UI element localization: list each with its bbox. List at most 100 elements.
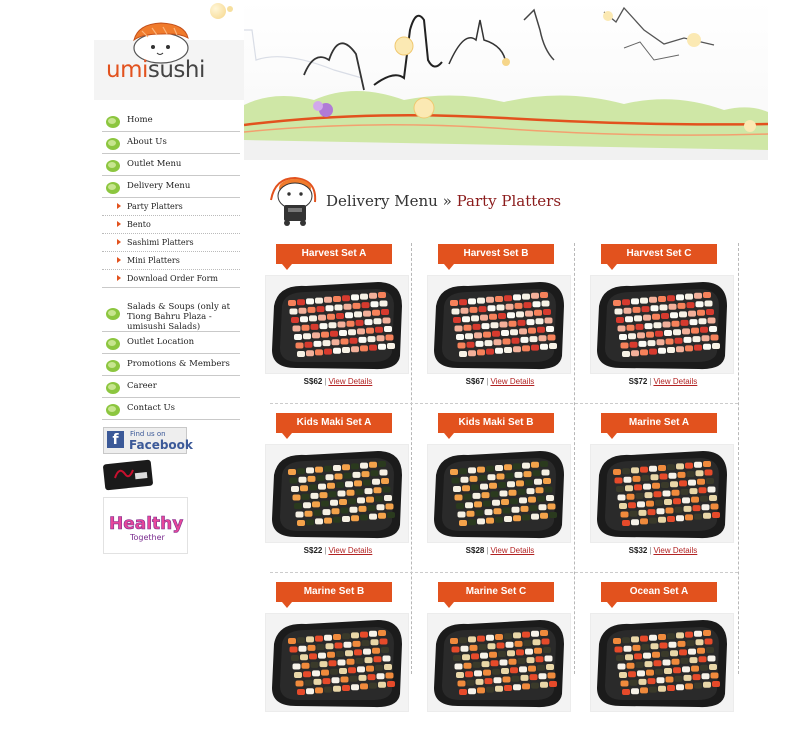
product-card[interactable]: Kids Maki Set B S$28 | View Details [427,413,582,583]
subnav-item-mini-platters[interactable]: Mini Platters [102,252,240,270]
product-card[interactable]: Marine Set B [265,582,420,752]
product-photo[interactable] [590,444,734,543]
tag-pointer-icon [607,264,617,270]
nav-item-contact-us[interactable]: Contact Us [102,398,240,420]
price-separator: | [324,377,327,386]
product-card[interactable]: Marine Set A S$32 | View Details [590,413,745,583]
leaf-bullet-icon [106,404,120,416]
nav-item-label: Contact Us [127,403,175,413]
page: umisushi Home About Us Outlet Menu Deliv… [0,0,807,712]
product-card[interactable]: Harvest Set A S$62 | View Details [265,244,420,414]
product-card[interactable]: Kids Maki Set A S$22 | View Details [265,413,420,583]
subnav-item-party-platters[interactable]: Party Platters [102,198,240,216]
price-separator: | [649,546,652,555]
product-name-tag[interactable]: Harvest Set B [438,244,554,264]
tag-pointer-icon [282,602,292,608]
view-details-link[interactable]: View Details [328,377,372,386]
product-photo[interactable] [265,275,409,374]
delivery-mascot-icon [270,176,317,226]
view-details-link[interactable]: View Details [490,546,534,555]
product-photo[interactable] [590,275,734,374]
view-details-link[interactable]: View Details [653,377,697,386]
product-name-tag[interactable]: Kids Maki Set B [438,413,554,433]
product-name-tag[interactable]: Kids Maki Set A [276,413,392,433]
nav-item-outlet-location[interactable]: Outlet Location [102,332,240,354]
product-card[interactable]: Harvest Set C S$72 | View Details [590,244,745,414]
nav-item-delivery-menu[interactable]: Delivery Menu [102,176,240,198]
tag-pointer-icon [607,602,617,608]
tag-pointer-icon [282,433,292,439]
tag-pointer-icon [444,433,454,439]
arrow-right-icon [117,203,121,209]
breadcrumb-current: Party Platters [456,192,562,210]
product-card[interactable]: Ocean Set A [590,582,745,752]
logo-wordmark: umisushi [106,57,205,83]
product-photo[interactable] [265,613,409,712]
leaf-bullet-icon [106,338,120,350]
nav-item-label: Delivery Menu [127,181,191,191]
facebook-icon: f [107,431,124,448]
nav-item-promotions-members[interactable]: Promotions & Members [102,354,240,376]
breadcrumb-section[interactable]: Delivery Menu [326,192,438,210]
logo-umi: umi [106,57,148,83]
price-separator: | [486,377,489,386]
view-details-link[interactable]: View Details [653,546,697,555]
subnav-item-label: Sashimi Platters [127,238,194,247]
sushi-platter-image [272,451,402,539]
nav-item-label: Home [127,115,153,125]
product-card[interactable]: Harvest Set B S$67 | View Details [427,244,582,414]
product-name-tag[interactable]: Harvest Set A [276,244,392,264]
product-photo[interactable] [427,444,571,543]
product-name-tag[interactable]: Marine Set B [276,582,392,602]
subnav-item-sashimi-platters[interactable]: Sashimi Platters [102,234,240,252]
view-details-link[interactable]: View Details [490,377,534,386]
nav-item-career[interactable]: Career [102,376,240,398]
breadcrumb-separator: » [442,192,452,210]
nav-item-salads-soups[interactable]: Salads & Soups (only at Tiong Bahru Plaz… [102,296,240,332]
nav-item-home[interactable]: Home [102,110,240,132]
facebook-badge[interactable]: f Find us on Facebook [103,427,193,454]
leaf-bullet-icon [106,138,120,150]
arrow-right-icon [117,257,121,263]
arrow-right-icon [117,275,121,281]
product-name-tag[interactable]: Marine Set C [438,582,554,602]
product-photo[interactable] [427,613,571,712]
product-card[interactable]: Marine Set C [427,582,582,752]
arrow-right-icon [117,221,121,227]
sushi-platter-image [597,451,727,539]
price-separator: | [649,377,652,386]
together-text: Together [129,533,166,542]
sushi-platter-image [434,620,564,708]
product-price: S$28 [465,546,485,555]
product-price: S$32 [628,546,648,555]
subnav-item-download-order-form[interactable]: Download Order Form [102,270,240,288]
subnav-item-bento[interactable]: Bento [102,216,240,234]
facebook-find-label: Find us on [130,430,166,438]
subnav-item-label: Party Platters [127,202,183,211]
price-line: S$62 | View Details [268,377,408,386]
price-line: S$32 | View Details [593,546,733,555]
nav-item-outlet-menu[interactable]: Outlet Menu [102,154,240,176]
view-details-link[interactable]: View Details [328,546,372,555]
member-card-image[interactable] [103,458,155,491]
product-name-tag[interactable]: Harvest Set C [601,244,717,264]
subnav-item-label: Mini Platters [127,256,180,265]
nav-item-about-us[interactable]: About Us [102,132,240,154]
healthy-together-badge[interactable]: Healthy Together [103,497,188,554]
tag-pointer-icon [444,264,454,270]
leaf-bullet-icon [106,382,120,394]
nav-item-label: Outlet Menu [127,159,182,169]
product-price: S$72 [628,377,648,386]
product-price: S$62 [303,377,323,386]
product-name-tag[interactable]: Ocean Set A [601,582,717,602]
product-price: S$22 [303,546,323,555]
product-photo[interactable] [590,613,734,712]
logo[interactable]: umisushi [94,0,244,100]
product-price: S$67 [465,377,485,386]
product-name-tag[interactable]: Marine Set A [601,413,717,433]
product-photo[interactable] [427,275,571,374]
product-photo[interactable] [265,444,409,543]
subnav-item-label: Bento [127,220,151,229]
header-banner-illustration [244,0,768,160]
price-line: S$22 | View Details [268,546,408,555]
